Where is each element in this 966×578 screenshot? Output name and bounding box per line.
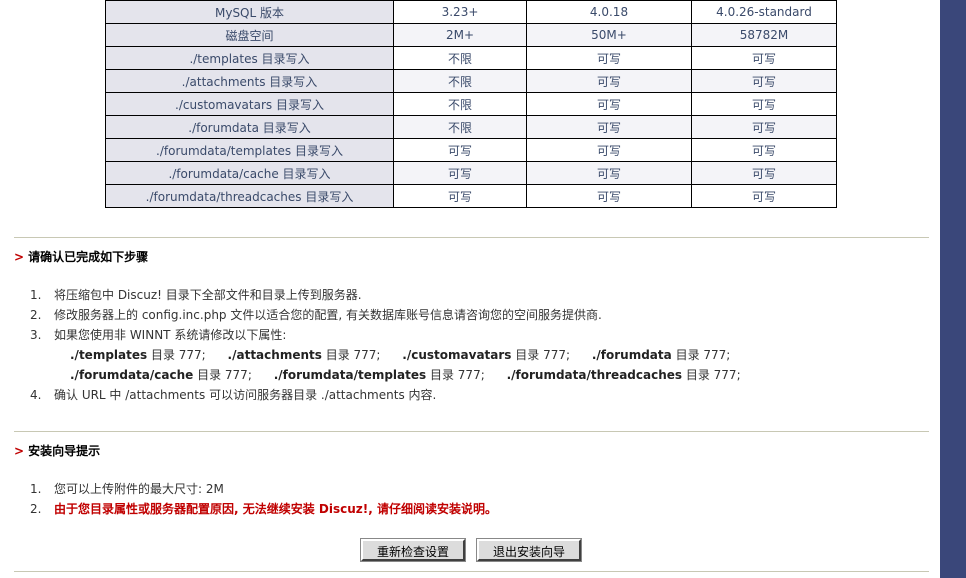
table-cell: 可写: [526, 161, 692, 185]
check-item-label: ./forumdata/cache 目录写入: [105, 161, 394, 185]
table-cell: 2M+: [393, 23, 527, 47]
divider: [14, 431, 929, 432]
check-item-label: ./forumdata/threadcaches 目录写入: [105, 184, 394, 208]
install-tips-title: 安装向导提示: [28, 444, 101, 458]
table-cell: 3.23+: [393, 0, 527, 24]
error-message: 由于您目录属性或服务器配置原因, 无法继续安装 Discuz!, 请仔细阅读安装…: [54, 502, 497, 516]
permission-line-1: ./templates 目录 777; ./attachments 目录 777…: [70, 348, 731, 362]
install-tips-heading: > 安装向导提示: [14, 442, 100, 459]
table-row: ./attachments 目录写入 不限 可写 可写: [105, 69, 837, 93]
check-item-label: MySQL 版本: [105, 0, 394, 24]
table-cell: 不限: [393, 69, 527, 93]
table-cell: 4.0.18: [526, 0, 692, 24]
table-cell: 可写: [393, 138, 527, 162]
table-cell: 不限: [393, 115, 527, 139]
table-cell: 可写: [691, 161, 837, 185]
table-cell: 50M+: [526, 23, 692, 47]
check-item-label: ./templates 目录写入: [105, 46, 394, 70]
table-row: ./forumdata 目录写入 不限 可写 可写: [105, 115, 837, 139]
table-cell: 可写: [526, 92, 692, 116]
arrow-icon: >: [14, 250, 25, 264]
table-cell: 可写: [526, 46, 692, 70]
table-cell: 可写: [691, 69, 837, 93]
permission-line-2: ./forumdata/cache 目录 777; ./forumdata/te…: [70, 368, 741, 382]
arrow-icon: >: [14, 444, 25, 458]
table-cell: 可写: [691, 46, 837, 70]
recheck-settings-button[interactable]: 重新检查设置: [361, 539, 465, 561]
table-cell: 可写: [393, 161, 527, 185]
installer-content: MySQL 版本 3.23+ 4.0.18 4.0.26-standard 磁盘空间 2M…: [0, 0, 940, 578]
table-row: ./forumdata/threadcaches 目录写入 可写 可写 可写: [105, 184, 837, 208]
check-item-label: 磁盘空间: [105, 23, 394, 47]
check-item-label: ./forumdata 目录写入: [105, 115, 394, 139]
table-cell: 可写: [691, 138, 837, 162]
environment-check-table: MySQL 版本 3.23+ 4.0.18 4.0.26-standard 磁盘空间 2M…: [105, 0, 837, 208]
table-cell: 可写: [526, 115, 692, 139]
window-side-bar: [940, 0, 966, 578]
exit-wizard-button[interactable]: 退出安装向导: [477, 539, 581, 561]
table-cell: 可写: [526, 69, 692, 93]
table-row: ./forumdata/templates 目录写入 可写 可写 可写: [105, 138, 837, 162]
confirm-steps-heading: > 请确认已完成如下步骤: [14, 248, 148, 265]
check-item-label: ./forumdata/templates 目录写入: [105, 138, 394, 162]
table-cell: 58782M: [691, 23, 837, 47]
table-cell: 可写: [526, 138, 692, 162]
table-cell: 可写: [393, 184, 527, 208]
check-item-label: ./attachments 目录写入: [105, 69, 394, 93]
check-item-label: ./customavatars 目录写入: [105, 92, 394, 116]
table-cell: 不限: [393, 46, 527, 70]
table-row: 磁盘空间 2M+ 50M+ 58782M: [105, 23, 837, 47]
table-row: MySQL 版本 3.23+ 4.0.18 4.0.26-standard: [105, 0, 837, 24]
table-row: ./templates 目录写入 不限 可写 可写: [105, 46, 837, 70]
confirm-steps-title: 请确认已完成如下步骤: [28, 250, 149, 264]
table-row: ./forumdata/cache 目录写入 可写 可写 可写: [105, 161, 837, 185]
divider: [14, 237, 929, 238]
table-cell: 可写: [691, 92, 837, 116]
table-cell: 可写: [691, 115, 837, 139]
table-row: ./customavatars 目录写入 不限 可写 可写: [105, 92, 837, 116]
table-cell: 可写: [526, 184, 692, 208]
table-cell: 不限: [393, 92, 527, 116]
divider: [14, 571, 929, 572]
table-cell: 可写: [691, 184, 837, 208]
table-cell: 4.0.26-standard: [691, 0, 837, 24]
